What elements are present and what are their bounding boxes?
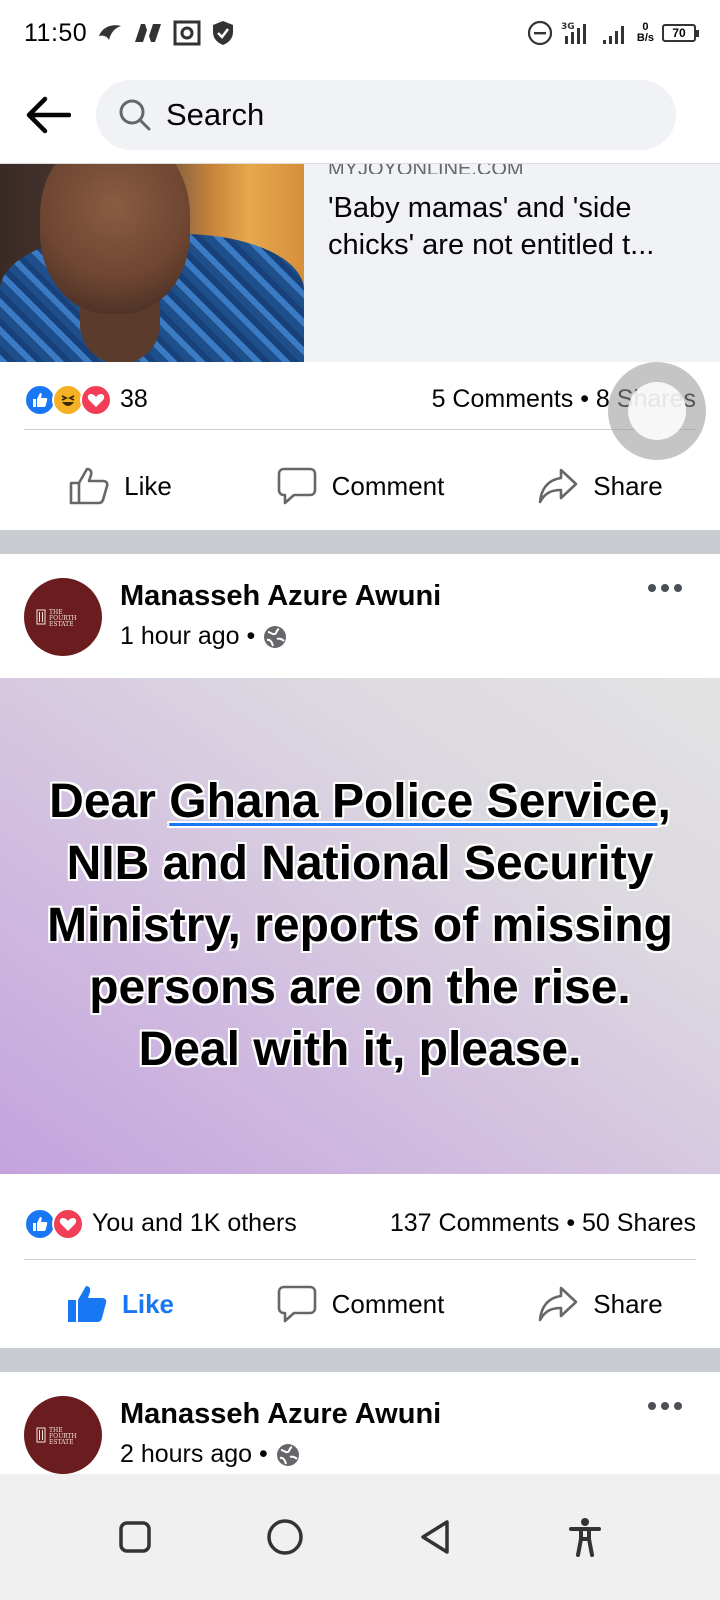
reactions-summary[interactable]: You and 1K others 137 Comments • 50 Shar… <box>24 1188 696 1260</box>
status-time: 11:50 <box>24 18 88 47</box>
thumbs-up-filled-icon <box>67 1286 107 1322</box>
comment-bubble-icon <box>277 1285 316 1323</box>
comment-label: Comment <box>331 470 445 501</box>
post-meta: 1 hour ago • <box>120 622 287 651</box>
share-button[interactable]: Share <box>480 467 720 505</box>
link-preview-card[interactable]: MYJOYONLINE.COM 'Baby mamas' and 'side c… <box>0 164 720 362</box>
post-body-prefix: Dear <box>49 775 170 828</box>
more-options-button[interactable] <box>648 1402 682 1410</box>
signal-strength-icon <box>601 20 629 46</box>
accessibility-button[interactable] <box>555 1507 615 1567</box>
svg-text:ESTATE: ESTATE <box>49 1439 74 1446</box>
comment-bubble-icon <box>277 467 316 505</box>
feed-separator <box>0 1348 720 1372</box>
status-bar: 11:50 3G 0 B/s 70 <box>0 0 720 66</box>
post-author[interactable]: Manasseh Azure Awuni <box>120 1398 441 1431</box>
more-options-button[interactable] <box>648 584 682 592</box>
fourth-estate-logo-icon: THE FOURTH ESTATE <box>36 1427 77 1446</box>
system-navigation-bar <box>0 1474 720 1600</box>
battery-icon: 70 <box>662 24 699 42</box>
status-notification-icons <box>97 20 235 46</box>
reactions-summary[interactable]: 38 5 Comments • 8 Shares <box>24 370 696 430</box>
like-label: Like <box>121 1288 175 1319</box>
love-reaction-icon <box>52 1207 84 1240</box>
status-system-icons: 3G 0 B/s 70 <box>527 20 699 46</box>
text-post-background[interactable]: Dear Ghana Police Service, NIB and Natio… <box>0 678 720 1174</box>
image-notification-icon <box>173 20 201 46</box>
share-label: Share <box>593 1288 663 1319</box>
do-not-disturb-icon <box>527 20 553 46</box>
back-nav-button[interactable] <box>405 1507 465 1567</box>
square-icon <box>119 1521 151 1553</box>
news-app-icon <box>133 22 163 44</box>
comment-button[interactable]: Comment <box>240 1284 480 1324</box>
home-button[interactable] <box>255 1507 315 1567</box>
triangle-back-icon <box>421 1520 449 1554</box>
feed-separator <box>0 530 720 554</box>
share-arrow-icon <box>538 1286 578 1322</box>
like-label: Like <box>124 470 172 501</box>
back-button[interactable] <box>0 66 96 164</box>
signal-3g-icon: 3G <box>561 20 593 46</box>
search-header: Search <box>0 66 720 164</box>
love-reaction-icon <box>80 383 112 416</box>
post-actions: Like Comment Share <box>0 442 720 530</box>
fourth-estate-logo-icon: THE FOURTH ESTATE <box>36 609 77 628</box>
svg-text:ESTATE: ESTATE <box>49 621 74 628</box>
like-button[interactable]: Like <box>0 1284 240 1324</box>
touch-indicator <box>608 362 706 460</box>
comment-label: Comment <box>331 1288 445 1319</box>
svg-text:3G: 3G <box>561 22 575 32</box>
battery-level: 70 <box>672 26 686 40</box>
post-time[interactable]: 1 hour ago • <box>120 622 255 651</box>
post-author[interactable]: Manasseh Azure Awuni <box>120 580 441 613</box>
post-body-text: Dear Ghana Police Service, NIB and Natio… <box>45 771 675 1081</box>
network-speed: 0 B/s <box>637 22 654 44</box>
circle-icon <box>267 1519 303 1555</box>
reaction-icons <box>24 383 112 416</box>
share-label: Share <box>593 470 663 501</box>
bird-app-icon <box>97 22 123 44</box>
globe-icon <box>276 1443 299 1466</box>
reaction-icons <box>24 1207 84 1240</box>
link-thumbnail <box>0 164 304 362</box>
share-button[interactable]: Share <box>480 1285 720 1323</box>
post-actions: Like Comment Share <box>0 1260 720 1348</box>
search-placeholder: Search <box>166 96 265 132</box>
post-time[interactable]: 2 hours ago • <box>120 1440 268 1469</box>
back-arrow-icon <box>26 96 71 133</box>
search-icon <box>119 99 151 130</box>
post-header: THE FOURTH ESTATE Manasseh Azure Awuni 1… <box>0 554 720 678</box>
avatar[interactable]: THE FOURTH ESTATE <box>24 1396 102 1474</box>
avatar[interactable]: THE FOURTH ESTATE <box>24 578 102 656</box>
reaction-count: 38 <box>120 385 148 413</box>
link-text: MYJOYONLINE.COM 'Baby mamas' and 'side c… <box>328 164 698 264</box>
thumbs-up-icon <box>69 467 109 505</box>
reaction-names: You and 1K others <box>92 1209 297 1237</box>
globe-icon <box>264 625 287 648</box>
shield-check-icon <box>211 20 235 46</box>
search-input[interactable]: Search <box>96 79 676 150</box>
share-arrow-icon <box>538 468 578 504</box>
recent-apps-button[interactable] <box>105 1507 165 1567</box>
link-title: 'Baby mamas' and 'side chicks' are not e… <box>328 192 655 261</box>
post-meta: 2 hours ago • <box>120 1440 300 1469</box>
like-button[interactable]: Like <box>0 466 240 506</box>
accessibility-icon <box>569 1518 601 1557</box>
comments-shares-count[interactable]: 137 Comments • 50 Shares <box>390 1209 696 1238</box>
link-domain: MYJOYONLINE.COM <box>328 164 698 174</box>
mention-link[interactable]: Ghana Police Service <box>169 775 657 828</box>
network-speed-unit: B/s <box>636 32 654 44</box>
comment-button[interactable]: Comment <box>240 466 480 506</box>
